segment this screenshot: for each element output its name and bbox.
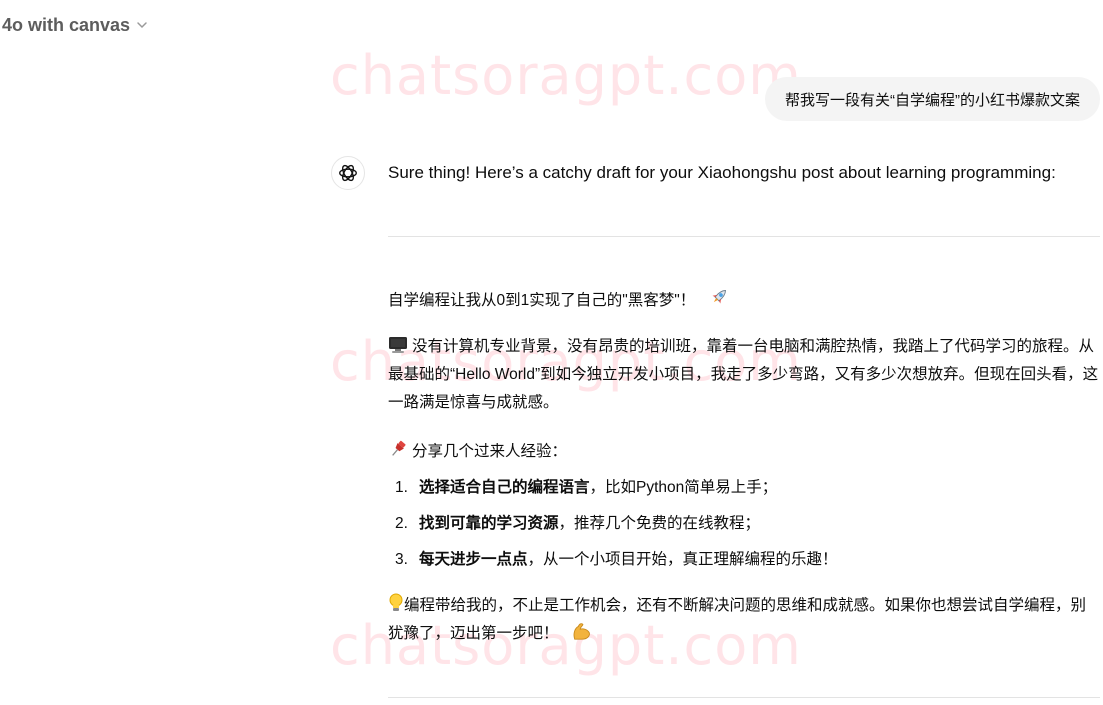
tip-rest: ，推荐几个免费的在线教程； xyxy=(558,515,761,532)
pushpin-icon xyxy=(392,440,406,456)
tip-rest: ，从一个小项目开始，真正理解编程的乐趣！ xyxy=(527,551,838,568)
list-number: 2. xyxy=(395,515,408,532)
divider xyxy=(388,236,1100,237)
story-text: 没有计算机专业背景，没有昂贵的培训班，靠着一台电脑和满腔热情，我踏上了代码学习的… xyxy=(388,338,1099,411)
computer-icon xyxy=(389,337,407,353)
tips-list: 1. 选择适合自己的编程语言，比如Python简单易上手； 2. 找到可靠的学习… xyxy=(388,470,1100,578)
watermark: chatsoragpt.com xyxy=(330,44,802,107)
user-message-bubble: 帮我写一段有关“自学编程”的小红书爆款文案 xyxy=(765,77,1100,121)
model-switcher[interactable]: 4o with canvas xyxy=(2,12,148,38)
list-number: 3. xyxy=(395,551,408,568)
list-item: 2. 找到可靠的学习资源，推荐几个免费的在线教程； xyxy=(388,506,1100,542)
closing-text: 编程带给我的，不止是工作机会，还有不断解决问题的思维和成就感。如果你也想尝试自学… xyxy=(388,597,1087,642)
chevron-down-icon xyxy=(137,22,147,29)
assistant-avatar xyxy=(331,156,365,190)
list-item: 1. 选择适合自己的编程语言，比如Python简单易上手； xyxy=(388,470,1100,506)
model-label: 4o with canvas xyxy=(2,14,131,35)
tip-bold: 每天进步一点点 xyxy=(419,551,528,568)
tips-heading: 分享几个过来人经验： xyxy=(412,443,568,460)
post-story: 没有计算机专业背景，没有昂贵的培训班，靠着一台电脑和满腔热情，我踏上了代码学习的… xyxy=(388,333,1100,417)
tip-bold: 选择适合自己的编程语言 xyxy=(419,479,590,496)
openai-logo-icon xyxy=(339,164,357,182)
lightbulb-icon xyxy=(389,593,403,611)
tips-section: 分享几个过来人经验： 1. 选择适合自己的编程语言，比如Python简单易上手；… xyxy=(388,438,1100,578)
list-number: 1. xyxy=(395,479,408,496)
divider xyxy=(388,697,1100,698)
list-item: 3. 每天进步一点点，从一个小项目开始，真正理解编程的乐趣！ xyxy=(388,542,1100,578)
assistant-intro-text: Sure thing! Here’s a catchy draft for yo… xyxy=(388,163,1056,182)
headline-text: 自学编程让我从0到1实现了自己的"黑客梦"！ xyxy=(388,292,696,309)
tip-bold: 找到可靠的学习资源 xyxy=(419,515,559,532)
tip-rest: ，比如Python简单易上手； xyxy=(589,479,778,496)
flexed-biceps-icon xyxy=(573,623,590,640)
post-closing: 编程带给我的，不止是工作机会，还有不断解决问题的思维和成就感。如果你也想尝试自学… xyxy=(388,592,1100,648)
post-headline: 自学编程让我从0到1实现了自己的"黑客梦"！ xyxy=(388,286,1100,315)
rocket-icon xyxy=(712,290,726,304)
tips-heading-line: 分享几个过来人经验： xyxy=(388,438,1100,466)
user-message-text: 帮我写一段有关“自学编程”的小红书爆款文案 xyxy=(785,91,1080,109)
